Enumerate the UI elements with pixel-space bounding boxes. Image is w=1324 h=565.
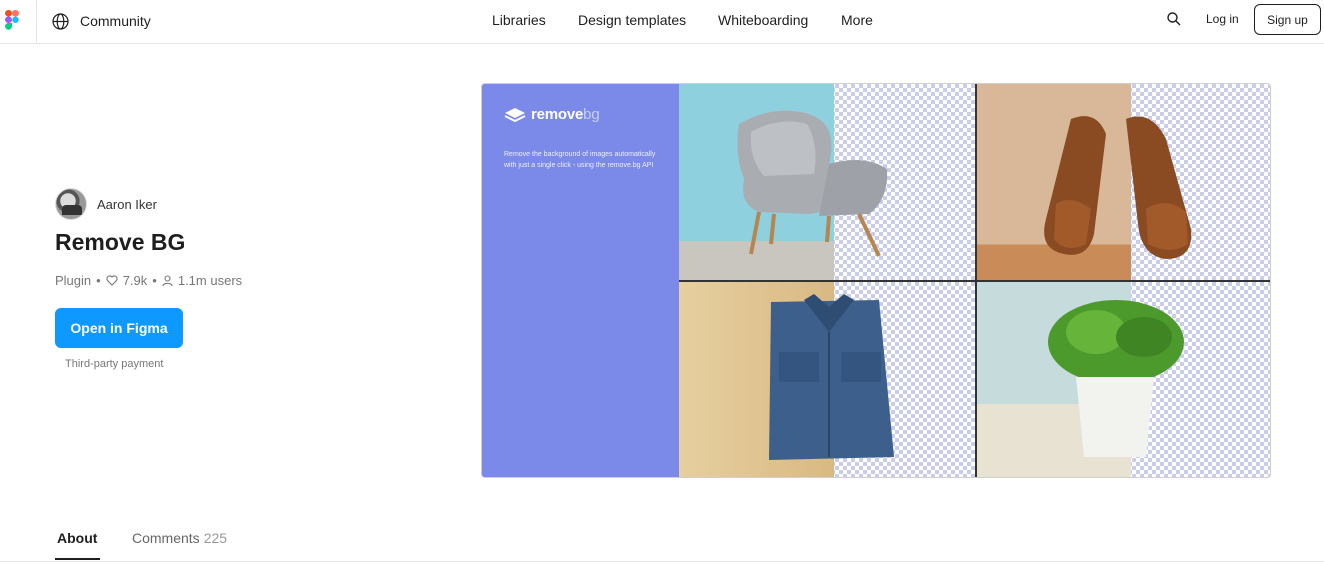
hero-image: removebg Remove the background of images… (481, 83, 1271, 478)
shoes-tile (976, 84, 1270, 280)
search-button[interactable] (1166, 11, 1184, 29)
tile-divider-horizontal (679, 280, 1270, 282)
user-icon (162, 274, 173, 287)
separator-dot: • (96, 273, 101, 288)
plant-tile (976, 282, 1270, 477)
plugin-type: Plugin (55, 273, 92, 288)
comments-count: 225 (203, 530, 228, 546)
plugin-meta: Plugin • 7.9k • 1.1m users (55, 273, 242, 288)
tab-comments[interactable]: Comments 225 (132, 530, 227, 546)
shirt-tile (679, 282, 975, 477)
tabs-divider (0, 561, 1324, 562)
chair-illustration (737, 110, 888, 257)
payment-note: Third-party payment (65, 358, 164, 370)
community-link[interactable]: Community (52, 11, 151, 31)
avatar (55, 188, 87, 220)
nav-design-templates[interactable]: Design templates (578, 12, 686, 28)
search-icon (1167, 12, 1181, 26)
layers-icon (504, 107, 526, 122)
open-in-figma-button[interactable]: Open in Figma (55, 308, 183, 348)
login-link[interactable]: Log in (1206, 12, 1239, 26)
removebg-logo: removebg (504, 106, 600, 123)
shoes-illustration (1044, 116, 1192, 259)
heart-icon[interactable] (106, 275, 118, 286)
author-link[interactable]: Aaron Iker (55, 188, 157, 220)
shirt-illustration (769, 294, 894, 460)
page-title: Remove BG (55, 229, 186, 255)
nav-whiteboarding[interactable]: Whiteboarding (718, 12, 808, 28)
plant-illustration (1048, 300, 1184, 457)
tab-about[interactable]: About (57, 530, 97, 546)
logo-main: remove (531, 106, 584, 123)
removebg-wordmark: removebg (531, 106, 600, 123)
hero-description: Remove the background of images automati… (504, 151, 656, 169)
tab-comments-label: Comments (132, 530, 200, 546)
likes-count: 7.9k (122, 273, 148, 288)
community-label: Community (80, 13, 151, 29)
users-count: 1.1m users (177, 273, 243, 288)
nav-more[interactable]: More (841, 12, 873, 28)
active-tab-indicator (55, 558, 100, 560)
nav-libraries[interactable]: Libraries (492, 12, 546, 28)
figma-logo[interactable] (0, 0, 37, 43)
signup-button[interactable]: Sign up (1254, 4, 1321, 35)
globe-icon (52, 12, 69, 30)
separator-dot: • (152, 273, 157, 288)
top-navbar: Community Libraries Design templates Whi… (0, 0, 1324, 44)
hero-brand-panel: removebg Remove the background of images… (482, 84, 679, 477)
logo-accent: bg (583, 106, 600, 123)
author-name: Aaron Iker (97, 196, 157, 212)
figma-icon (5, 10, 19, 30)
chair-tile (679, 84, 975, 280)
